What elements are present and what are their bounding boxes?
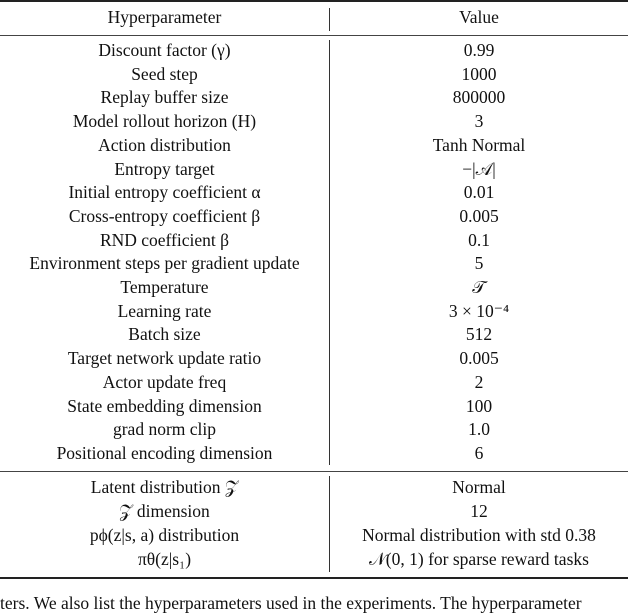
caption-text: ters. We also list the hyperparameters u… xyxy=(0,593,582,613)
top-rule xyxy=(0,0,628,2)
hyperparameter-name: Entropy target xyxy=(114,158,215,179)
header-value: Value xyxy=(459,7,499,27)
table-row: grad norm clip 1.0 xyxy=(0,418,628,442)
table-row: Cross-entropy coefficient β 0.005 xyxy=(0,205,628,229)
table-row: Temperature 𝒯 xyxy=(0,276,628,300)
hyperparameter-value: 0.01 xyxy=(463,182,495,203)
hyperparameter-name: Seed step xyxy=(131,63,198,84)
hyperparameter-name: pϕ(z|s, a) distribution xyxy=(89,525,240,545)
hyperparameter-name: State embedding dimension xyxy=(67,395,262,416)
hyperparameter-value: 800000 xyxy=(452,87,506,108)
hyperparameter-name: Target network update ratio xyxy=(67,348,262,369)
hyperparameter-name: Learning rate xyxy=(117,300,212,321)
hyperparameter-value: 6 xyxy=(474,442,484,463)
hyperparameter-value: 12 xyxy=(470,501,488,521)
column-divider-header xyxy=(329,8,330,31)
hyperparameter-value: 1.0 xyxy=(468,419,490,440)
hyperparameter-value: 2 xyxy=(474,371,484,392)
hyperparameter-name: Temperature xyxy=(120,277,209,297)
table-row: RND coefficient β 0.1 xyxy=(0,229,628,253)
hyperparameter-name: Positional encoding dimension xyxy=(56,442,273,463)
table-row: Environment steps per gradient update 5 xyxy=(0,252,628,276)
table-row: Discount factor (γ) 0.99 xyxy=(0,39,628,63)
hyperparameter-name: πθ(z|s₁) xyxy=(137,549,192,569)
table-row: πθ(z|s₁) 𝒩(0, 1) for sparse reward tasks xyxy=(0,548,628,572)
table-row: State embedding dimension 100 xyxy=(0,395,628,419)
table-row: 𝒵 dimension 12 xyxy=(0,500,628,524)
hyperparameter-value: 𝒩(0, 1) for sparse reward tasks xyxy=(369,549,589,569)
table-row: Seed step 1000 xyxy=(0,63,628,87)
table-row: Positional encoding dimension 6 xyxy=(0,442,628,466)
table-row: Learning rate 3 × 10⁻⁴ xyxy=(0,300,628,324)
hyperparameter-name: Batch size xyxy=(128,324,201,345)
table-row: pϕ(z|s, a) distribution Normal distributi… xyxy=(0,524,628,548)
header-rule xyxy=(0,35,628,36)
hyperparameter-name: Cross-entropy coefficient β xyxy=(68,205,261,226)
hyperparameter-value: 1000 xyxy=(461,63,497,84)
hyperparameter-name: RND coefficient β xyxy=(99,229,230,250)
table-row: Action distribution Tanh Normal xyxy=(0,134,628,158)
hyperparameter-name: Action distribution xyxy=(98,134,231,155)
hyperparameter-name: Latent distribution 𝒵 xyxy=(90,477,239,497)
hyperparameter-value: 0.1 xyxy=(468,229,490,250)
table-row: Model rollout horizon (H) 3 xyxy=(0,110,628,134)
hyperparameter-name: Actor update freq xyxy=(102,371,227,392)
hyperparameter-name: Environment steps per gradient update xyxy=(29,253,300,274)
table-row: Target network update ratio 0.005 xyxy=(0,347,628,371)
hyperparameter-value: −|𝒜| xyxy=(462,158,496,179)
hyperparameter-name: Replay buffer size xyxy=(100,87,229,108)
hyperparameter-name: grad norm clip xyxy=(112,419,217,440)
hyperparameter-name: Initial entropy coefficient α xyxy=(68,182,261,203)
table-row: Latent distribution 𝒵 Normal xyxy=(0,476,628,500)
hyperparameter-value: Normal xyxy=(452,477,506,497)
hyperparameter-value: 3 xyxy=(474,111,484,132)
hyperparameter-value: Tanh Normal xyxy=(432,134,526,155)
table-row: Entropy target −|𝒜| xyxy=(0,158,628,182)
table-row: Actor update freq 2 xyxy=(0,371,628,395)
table-row: Initial entropy coefficient α 0.01 xyxy=(0,181,628,205)
hyperparameter-value: 512 xyxy=(465,324,493,345)
header-row: Hyperparameter Value xyxy=(0,6,628,30)
hyperparameter-value: 0.005 xyxy=(459,205,499,226)
hyperparameter-value: Normal distribution with std 0.38 xyxy=(362,525,596,545)
section-rule xyxy=(0,471,628,472)
bottom-rule xyxy=(0,577,628,579)
hyperparameter-name: Model rollout horizon (H) xyxy=(72,111,257,132)
hyperparameter-name: 𝒵 dimension xyxy=(119,501,210,521)
table-row: Replay buffer size 800000 xyxy=(0,86,628,110)
hyperparameter-value: 0.005 xyxy=(459,348,499,369)
hyperparameter-name: Discount factor (γ) xyxy=(98,40,231,60)
hyperparameter-value: 5 xyxy=(474,253,484,274)
table-row: Batch size 512 xyxy=(0,323,628,347)
header-hyperparameter: Hyperparameter xyxy=(107,7,222,27)
hyperparameter-value: 𝒯 xyxy=(472,277,486,297)
hyperparameter-value: 3 × 10⁻⁴ xyxy=(448,300,510,321)
hyperparameter-value: 100 xyxy=(465,395,493,416)
hyperparameter-value: 0.99 xyxy=(463,40,495,60)
